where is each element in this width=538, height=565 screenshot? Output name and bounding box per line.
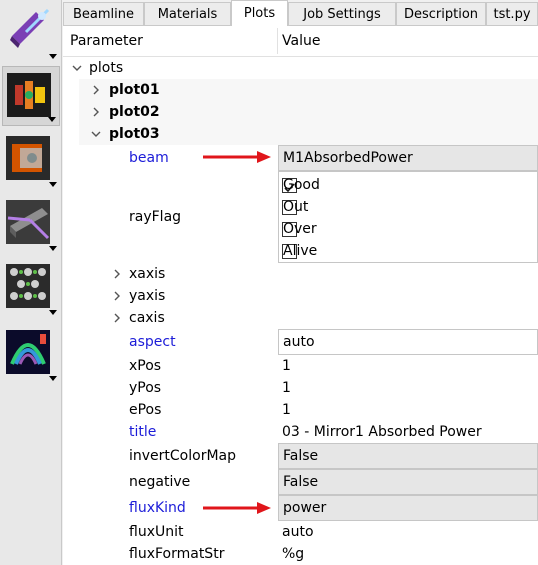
- rayflag-alive-label: Alive: [283, 243, 318, 259]
- tree-row-beam: beam M1AbsorbedPower: [63, 145, 538, 171]
- yaxis-label: yaxis: [129, 288, 166, 304]
- aspect-value: auto: [283, 334, 315, 350]
- rayflag-option-out[interactable]: Out: [279, 196, 537, 218]
- invertcolormap-label: invertColorMap: [129, 448, 237, 464]
- rayflag-checkbox-group: Good Out Over Alive: [278, 171, 538, 263]
- optics-button[interactable]: [2, 66, 60, 126]
- screen-button[interactable]: [2, 130, 60, 190]
- negative-value: False: [283, 474, 319, 490]
- tree-row-epos: ePos 1: [63, 399, 538, 421]
- screen-icon: [6, 136, 50, 180]
- tree-row-negative: negative False: [63, 469, 538, 495]
- tree-row-ypos: yPos 1: [63, 377, 538, 399]
- fluxformatstr-value[interactable]: %g: [282, 543, 304, 565]
- chevron-right-icon[interactable]: [111, 307, 123, 329]
- tree-row-xpos: xPos 1: [63, 355, 538, 377]
- xaxis-label: xaxis: [129, 266, 166, 282]
- rayflag-good-label: Good: [283, 177, 320, 193]
- epos-label: ePos: [129, 402, 162, 418]
- optics-icon: [7, 73, 51, 117]
- tree-row-invertcolormap: invertColorMap False: [63, 443, 538, 469]
- tab-job-settings[interactable]: Job Settings: [288, 2, 396, 25]
- fluxkind-value-field[interactable]: power: [278, 495, 538, 521]
- xpos-value[interactable]: 1: [282, 355, 291, 377]
- tree-row-plot03[interactable]: plot03: [63, 123, 538, 145]
- ypos-value[interactable]: 1: [282, 377, 291, 399]
- chevron-right-icon[interactable]: [90, 101, 102, 123]
- xpos-label: xPos: [129, 358, 162, 374]
- side-toolbar: [0, 0, 62, 565]
- source-icon: [10, 8, 50, 48]
- mirror-icon: [6, 200, 50, 244]
- annotation-arrow-icon: [203, 502, 271, 514]
- value-header: Value: [282, 33, 321, 49]
- rayflag-over-label: Over: [283, 221, 317, 237]
- tree-row-yaxis[interactable]: yaxis: [63, 285, 538, 307]
- plot-button[interactable]: [2, 324, 60, 384]
- crystal-icon: [6, 264, 50, 308]
- tab-tst-py[interactable]: tst.py: [486, 2, 538, 25]
- title-label: title: [129, 424, 157, 440]
- chevron-right-icon[interactable]: [111, 285, 123, 307]
- parameter-tree: Parameter Value plots plot01 plot02 plot…: [63, 26, 538, 565]
- tree-row-plot02[interactable]: plot02: [63, 101, 538, 123]
- fluxunit-label: fluxUnit: [129, 524, 184, 540]
- chevron-down-icon[interactable]: [90, 123, 102, 145]
- negative-value-field[interactable]: False: [278, 469, 538, 495]
- tree-row-xaxis[interactable]: xaxis: [63, 263, 538, 285]
- tree-row-fluxformatstr: fluxFormatStr %g: [63, 543, 538, 565]
- negative-label: negative: [129, 474, 191, 490]
- chevron-right-icon[interactable]: [90, 79, 102, 101]
- annotation-arrow-icon: [203, 151, 271, 163]
- tree-row-fluxunit: fluxUnit auto: [63, 521, 538, 543]
- tree-row-plot01[interactable]: plot01: [63, 79, 538, 101]
- plot01-label: plot01: [109, 82, 160, 98]
- fluxkind-label: fluxKind: [129, 500, 186, 516]
- fluxkind-value: power: [283, 500, 327, 516]
- beam-value: M1AbsorbedPower: [283, 150, 413, 166]
- tree-row-caxis[interactable]: caxis: [63, 307, 538, 329]
- tree-row-plots[interactable]: plots: [63, 57, 538, 79]
- ypos-label: yPos: [129, 380, 162, 396]
- caxis-label: caxis: [129, 310, 165, 326]
- tree-row-rayflag: rayFlag Good Out Over Alive: [63, 171, 538, 263]
- invertcolormap-value-field[interactable]: False: [278, 443, 538, 469]
- tab-materials[interactable]: Materials: [144, 2, 231, 25]
- tree-row-title: title 03 - Mirror1 Absorbed Power: [63, 421, 538, 443]
- tree-header: Parameter Value: [63, 26, 538, 57]
- aspect-label: aspect: [129, 334, 176, 350]
- plot02-label: plot02: [109, 104, 160, 120]
- rayflag-label: rayFlag: [129, 209, 182, 225]
- plots-label: plots: [89, 60, 124, 76]
- epos-value[interactable]: 1: [282, 399, 291, 421]
- crystal-button[interactable]: [2, 258, 60, 318]
- tree-row-fluxkind: fluxKind power: [63, 495, 538, 521]
- tab-plots[interactable]: Plots: [231, 0, 288, 26]
- beam-value-field[interactable]: M1AbsorbedPower: [278, 145, 538, 171]
- source-button[interactable]: [2, 2, 60, 62]
- aspect-value-field[interactable]: auto: [278, 329, 538, 355]
- rayflag-option-good[interactable]: Good: [279, 174, 537, 196]
- tab-description[interactable]: Description: [396, 2, 486, 25]
- plot-icon: [6, 330, 50, 374]
- rayflag-out-label: Out: [283, 199, 309, 215]
- chevron-down-icon[interactable]: [71, 57, 83, 79]
- fluxformatstr-label: fluxFormatStr: [129, 546, 225, 562]
- beam-label: beam: [129, 150, 169, 166]
- tree-row-aspect: aspect auto: [63, 329, 538, 355]
- title-value[interactable]: 03 - Mirror1 Absorbed Power: [282, 421, 482, 443]
- invertcolormap-value: False: [283, 448, 319, 464]
- parameter-header: Parameter: [70, 33, 143, 49]
- tab-beamline[interactable]: Beamline: [63, 2, 144, 25]
- fluxunit-value[interactable]: auto: [282, 521, 314, 543]
- plot03-label: plot03: [109, 126, 160, 142]
- mirror-button[interactable]: [2, 194, 60, 254]
- chevron-right-icon[interactable]: [111, 263, 123, 285]
- rayflag-option-alive[interactable]: Alive: [279, 240, 537, 262]
- tab-bar: Beamline Materials Plots Job Settings De…: [63, 0, 538, 26]
- rayflag-option-over[interactable]: Over: [279, 218, 537, 240]
